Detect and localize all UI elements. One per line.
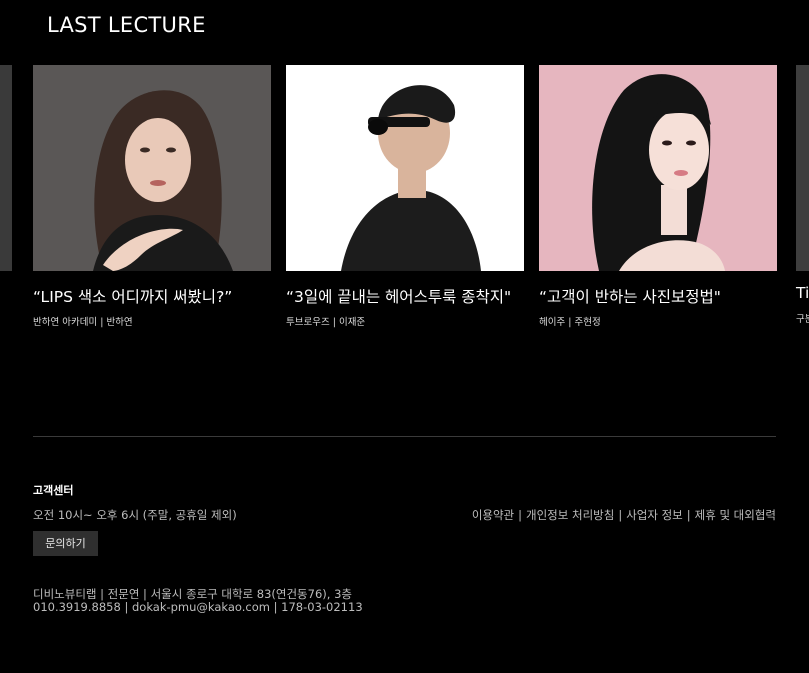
lecture-instructor: 주현정 <box>574 317 601 328</box>
customer-center-hours: 오전 10시~ 오후 6시 (주말, 공휴일 제외) <box>33 508 237 522</box>
link-separator: | <box>518 508 523 522</box>
section-title: LAST LECTURE <box>47 13 206 37</box>
lecture-academy: 헤이주 <box>539 317 566 328</box>
instructor-photo <box>286 65 524 271</box>
inquiry-button[interactable]: 문의하기 <box>33 531 98 556</box>
page: LAST LECTURE “LIPS 색소 어디까지 써봤니?” 반하연 아카데… <box>0 0 809 673</box>
partial-lecture-title[interactable]: Ti <box>796 284 809 302</box>
lecture-instructor: 이재준 <box>338 317 366 328</box>
partnership-link[interactable]: 제휴 및 대외협력 <box>695 508 776 522</box>
company-contact-line: 010.3919.8858 | dokak-pmu@kakao.com | 17… <box>33 600 363 614</box>
lecture-card[interactable]: “고객이 반하는 사진보정법" 헤이주 | 주현정 <box>539 65 777 328</box>
instructor-photo <box>33 65 271 271</box>
terms-link[interactable]: 이용약관 <box>472 508 514 522</box>
lecture-meta: 반하연 아카데미 | 반하연 <box>33 317 133 328</box>
partial-lecture-meta: 구분 <box>796 314 809 325</box>
instructor-photo <box>539 65 777 271</box>
lecture-academy: 반하연 아카데미 <box>33 317 98 328</box>
lecture-meta: 투브로우즈 | 이재준 <box>286 317 366 328</box>
footer-divider <box>33 436 776 437</box>
privacy-policy-link[interactable]: 개인정보 처리방침 <box>526 508 614 522</box>
lecture-academy: 투브로우즈 <box>286 317 330 328</box>
lecture-thumbnail[interactable] <box>539 65 777 271</box>
lecture-thumbnail[interactable] <box>286 65 524 271</box>
lecture-thumbnail[interactable] <box>33 65 271 271</box>
business-info-link[interactable]: 사업자 정보 <box>626 508 683 522</box>
link-separator: | <box>618 508 623 522</box>
carousel-prev-card-edge[interactable] <box>0 65 12 271</box>
footer-links: 이용약관 | 개인정보 처리방침 | 사업자 정보 | 제휴 및 대외협력 <box>472 507 776 523</box>
lecture-title[interactable]: “3일에 끝내는 헤어스투룩 종착지" <box>286 285 524 307</box>
lecture-instructor: 반하연 <box>106 317 133 328</box>
link-separator: | <box>686 508 691 522</box>
lecture-meta: 헤이주 | 주현정 <box>539 317 601 328</box>
customer-center-title: 고객센터 <box>33 484 74 497</box>
lecture-title[interactable]: “고객이 반하는 사진보정법" <box>539 285 777 307</box>
lecture-title[interactable]: “LIPS 색소 어디까지 써봤니?” <box>33 285 271 307</box>
lecture-card[interactable]: “3일에 끝내는 헤어스투룩 종착지" 투브로우즈 | 이재준 <box>286 65 524 328</box>
lecture-card[interactable]: “LIPS 색소 어디까지 써봤니?” 반하연 아카데미 | 반하연 <box>33 65 271 328</box>
carousel-next-card-edge[interactable] <box>796 65 809 271</box>
